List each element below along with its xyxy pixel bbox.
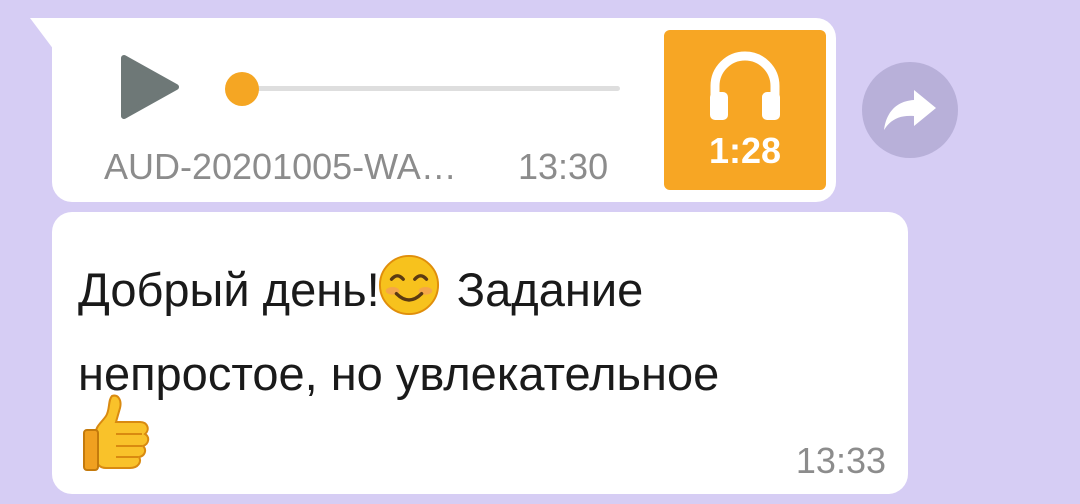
listen-button[interactable]: 1:28 [664,30,826,190]
text-message-time: 13:33 [795,440,886,481]
message-text: Добрый день! Задание непростое, но увлек… [78,248,868,416]
thumbs-up-emoji-icon [83,394,150,471]
audio-message-time: 13:30 [518,146,609,187]
text-message-bubble: Добрый день! Задание непростое, но увлек… [52,212,908,494]
forward-button[interactable] [862,62,958,158]
audio-file-name: AUD-20201005-WA… [104,146,457,187]
message-text-part-2: Задание [443,263,644,316]
play-button[interactable] [120,54,180,120]
headphones-icon [710,51,780,120]
audio-message-bubble: AUD-20201005-WA… 13:30 1:28 [30,18,836,202]
smiling-face-emoji-icon [378,254,439,316]
audio-duration: 1:28 [708,130,782,171]
forward-arrow-icon [884,90,936,130]
audio-progress-track[interactable] [242,86,620,91]
message-text-part-1: Добрый день! [78,263,380,316]
message-text-line-2: непростое, но увлекательное [78,347,720,400]
audio-progress-knob[interactable] [225,72,259,106]
play-icon [121,55,179,119]
bubble-tail [30,18,54,50]
